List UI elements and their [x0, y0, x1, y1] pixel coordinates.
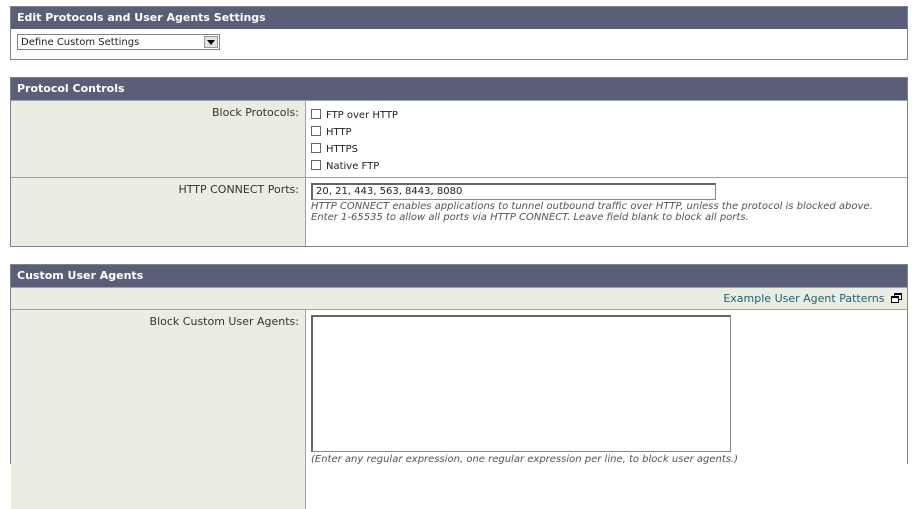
custom-user-agents-panel: Custom User Agents Example User Agent Pa… [10, 264, 908, 509]
edit-settings-panel: Edit Protocols and User Agents Settings … [10, 6, 908, 60]
protocol-label: FTP over HTTP [326, 110, 398, 121]
user-agents-help-text: (Enter any regular expression, one regul… [311, 454, 739, 465]
block-protocols-row: Block Protocols: FTP over HTTP HTTP HTTP… [11, 100, 907, 177]
block-protocols-label: Block Protocols: [11, 101, 306, 177]
http-connect-label: HTTP CONNECT Ports: [11, 178, 306, 246]
protocol-option[interactable]: FTP over HTTP [311, 107, 907, 124]
https-checkbox[interactable] [311, 143, 321, 153]
protocol-label: HTTPS [326, 144, 358, 155]
chevron-down-icon[interactable] [204, 36, 218, 48]
protocol-option[interactable]: HTTPS [311, 141, 907, 158]
example-user-agent-patterns-link[interactable]: Example User Agent Patterns [723, 292, 884, 305]
custom-user-agents-textarea[interactable] [311, 315, 731, 452]
protocol-label: HTTP [326, 127, 352, 138]
protocol-checkbox-list: FTP over HTTP HTTP HTTPS Native FTP [306, 101, 907, 177]
ftp-over-http-checkbox[interactable] [311, 109, 321, 119]
select-value: Define Custom Settings [21, 36, 140, 48]
block-user-agents-row: Block Custom User Agents: (Enter any reg… [11, 309, 907, 509]
http-connect-value-cell: 20, 21, 443, 563, 8443, 8080 HTTP CONNEC… [306, 178, 907, 246]
http-connect-row: HTTP CONNECT Ports: 20, 21, 443, 563, 84… [11, 177, 907, 246]
protocol-option[interactable]: Native FTP [311, 158, 907, 175]
protocol-label: Native FTP [326, 161, 380, 172]
protocol-option[interactable]: HTTP [311, 124, 907, 141]
new-window-icon[interactable] [891, 289, 902, 311]
example-link-row: Example User Agent Patterns [11, 287, 907, 309]
http-checkbox[interactable] [311, 126, 321, 136]
protocol-controls-panel: Protocol Controls Block Protocols: FTP o… [10, 77, 908, 247]
panel-title: Custom User Agents [11, 265, 907, 287]
http-connect-help-text: HTTP CONNECT enables applications to tun… [311, 201, 873, 223]
native-ftp-checkbox[interactable] [311, 160, 321, 170]
panel-title: Protocol Controls [11, 78, 907, 100]
block-user-agents-label: Block Custom User Agents: [11, 310, 306, 509]
block-user-agents-value-cell: (Enter any regular expression, one regul… [306, 310, 907, 509]
http-connect-ports-input[interactable]: 20, 21, 443, 563, 8443, 8080 [311, 183, 716, 200]
panel-title: Edit Protocols and User Agents Settings [11, 7, 907, 29]
settings-mode-select[interactable]: Define Custom Settings [17, 34, 220, 50]
